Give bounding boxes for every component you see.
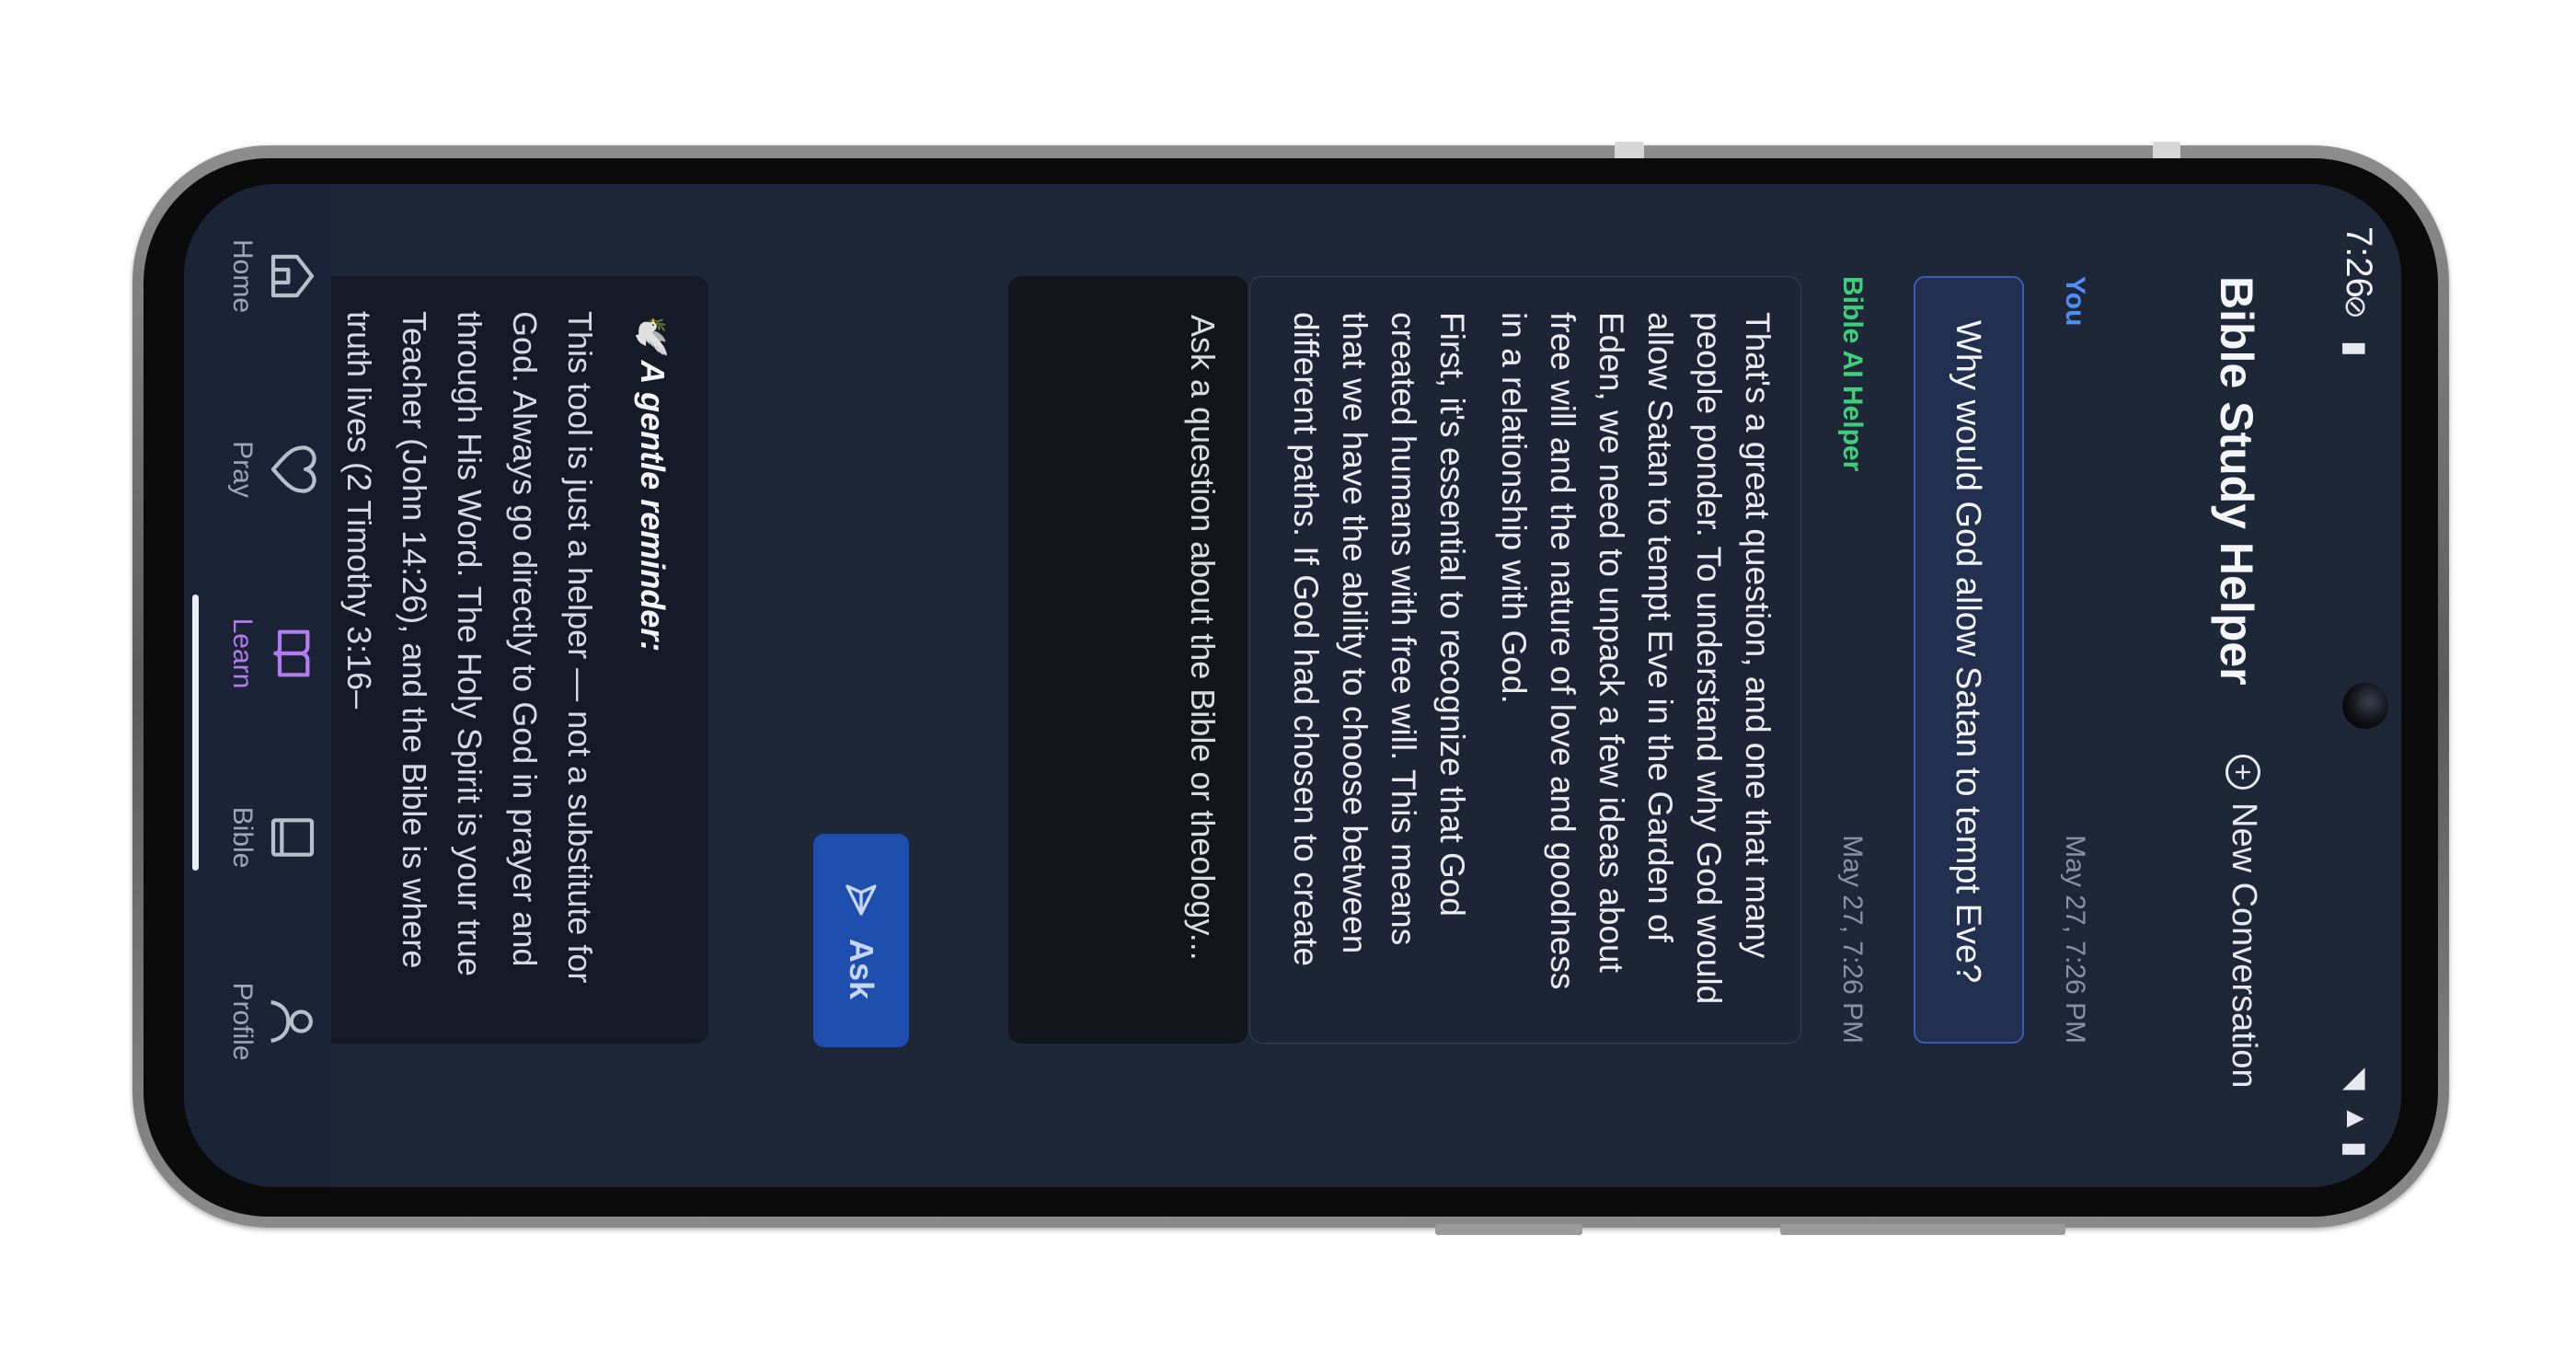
send-icon xyxy=(845,884,877,916)
question-input[interactable] xyxy=(1036,313,1224,1016)
wifi-icon: ◥ xyxy=(2340,1068,2373,1091)
ai-message-text: That's a great question, and one that ma… xyxy=(1269,312,1782,1008)
plus-icon: + xyxy=(2225,755,2261,790)
ai-message-meta: Bible AI Helper May 27, 7:26 PM xyxy=(1823,276,1868,1044)
reminder-heading: 🕊️ A gentle reminder: xyxy=(633,311,672,652)
user-message-text: Why would God allow Satan to tempt Eve? xyxy=(1949,320,1987,984)
active-tab-indicator xyxy=(192,594,199,871)
heart-icon xyxy=(270,445,316,493)
reminder-text: This tool is just a helper — not a subst… xyxy=(340,311,599,984)
ai-paragraph: First, it's essential to recognize that … xyxy=(1287,312,1471,967)
sender-label: You xyxy=(2060,276,2090,327)
nav-label: Learn xyxy=(227,618,258,689)
page-title: Bible Study Helper xyxy=(2211,276,2262,686)
user-message-meta: You May 27, 7:26 PM xyxy=(2046,276,2090,1044)
message-timestamp: May 27, 7:26 PM xyxy=(2060,835,2090,1044)
nav-label: Bible xyxy=(227,806,258,869)
nav-item-bible[interactable]: Bible xyxy=(199,764,318,911)
nav-item-learn[interactable]: Learn xyxy=(199,580,318,727)
question-input-box[interactable] xyxy=(1008,276,1248,1044)
sender-label: Bible AI Helper xyxy=(1837,276,1868,472)
reminder-card: 🕊️ A gentle reminder: This tool is just … xyxy=(313,276,708,1044)
nav-label: Profile xyxy=(227,982,258,1061)
nav-label: Home xyxy=(227,238,258,314)
phone-screen: 7:26 ⊘ ▮ ◥ ▲ ▮ Bible Study Helper + New … xyxy=(184,184,2401,1187)
composer: Ask xyxy=(813,184,1248,1187)
dove-icon: 🕊️ xyxy=(634,311,672,352)
app-content: 7:26 ⊘ ▮ ◥ ▲ ▮ Bible Study Helper + New … xyxy=(184,184,2401,1187)
nav-item-pray[interactable]: Pray xyxy=(199,396,318,543)
book-open-icon xyxy=(273,629,310,677)
nav-label: Pray xyxy=(227,441,258,498)
new-conversation-button[interactable]: + New Conversation xyxy=(2224,755,2263,1088)
battery-icon: ▮ xyxy=(2340,1141,2373,1158)
ask-button[interactable]: Ask xyxy=(813,834,909,1047)
message-timestamp: May 27, 7:26 PM xyxy=(1837,835,1868,1044)
ai-message-bubble: That's a great question, and one that ma… xyxy=(1249,276,1801,1044)
nav-item-home[interactable]: Home xyxy=(199,202,318,350)
do-not-disturb-icon: ⊘ xyxy=(2340,294,2373,319)
new-conversation-label: New Conversation xyxy=(2225,802,2263,1089)
side-button xyxy=(1435,1224,1582,1235)
reminder-heading-text: A gentle reminder: xyxy=(634,360,672,652)
book-icon xyxy=(270,818,315,857)
bottom-navigation: Home Pray Learn Bible Profile xyxy=(184,184,331,1187)
person-icon xyxy=(270,999,313,1044)
sim-card-icon: ▮ xyxy=(2340,340,2373,357)
front-camera xyxy=(2342,683,2388,729)
side-button-long xyxy=(1780,1224,2065,1235)
app-header: Bible Study Helper + New Conversation xyxy=(2179,184,2317,1187)
nav-item-profile[interactable]: Profile xyxy=(199,948,318,1095)
home-icon xyxy=(270,254,315,298)
ai-paragraph: That's a great question, and one that ma… xyxy=(1495,312,1777,1005)
status-bar: 7:26 ⊘ ▮ ◥ ▲ ▮ xyxy=(2317,184,2401,1187)
status-time: 7:26 xyxy=(2339,226,2379,298)
ask-label: Ask xyxy=(843,938,880,1000)
signal-icon: ▲ xyxy=(2340,1104,2374,1134)
user-message-bubble: Why would God allow Satan to tempt Eve? xyxy=(1914,276,2024,1044)
